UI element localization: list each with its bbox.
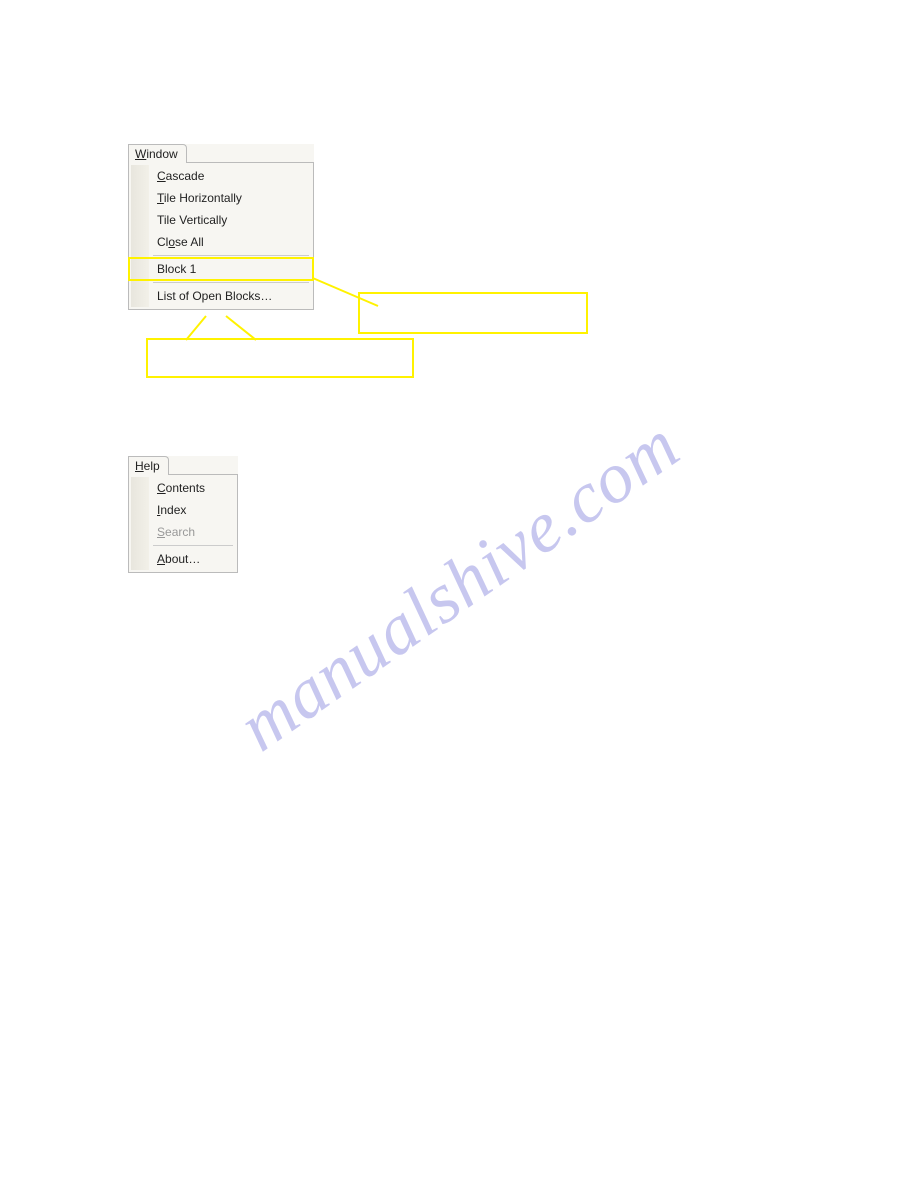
close-rest: se All: [175, 235, 204, 249]
help-menu-dropdown: Contents Index Search About…: [128, 474, 238, 573]
window-tab-rest: indow: [146, 147, 177, 161]
tileh-rest: ile Horizontally: [164, 191, 242, 205]
menu-item-list-open-blocks[interactable]: List of Open Blocks…: [129, 285, 313, 307]
menu-item-block-1[interactable]: Block 1: [129, 258, 313, 280]
listopen-text: List of Open Blocks…: [157, 289, 272, 303]
block1-text: Block 1: [157, 262, 196, 276]
menu-item-search: Search: [129, 521, 237, 543]
menu-item-cascade[interactable]: Cascade: [129, 165, 313, 187]
close-pre: Cl: [157, 235, 168, 249]
window-menu-tab[interactable]: Window: [128, 144, 187, 163]
index-rest: ndex: [160, 503, 186, 517]
tileh-ul: T: [157, 191, 164, 205]
callout-box-bottom: [146, 338, 414, 378]
window-menu: Window Cascade Tile Horizontally Tile Ve…: [128, 144, 314, 310]
menu-item-about[interactable]: About…: [129, 548, 237, 570]
cascade-rest: ascade: [166, 169, 205, 183]
menu-separator: [153, 282, 309, 283]
window-menu-dropdown: Cascade Tile Horizontally Tile Verticall…: [128, 162, 314, 310]
help-menu-tab[interactable]: Help: [128, 456, 169, 475]
menu-separator: [153, 545, 233, 546]
tilev-text: Tile Vertically: [157, 213, 227, 227]
watermark-text: manualshive.com: [223, 403, 694, 767]
search-ul: S: [157, 525, 165, 539]
search-rest: earch: [165, 525, 195, 539]
menu-item-close-all[interactable]: Close All: [129, 231, 313, 253]
menu-item-tile-horizontally[interactable]: Tile Horizontally: [129, 187, 313, 209]
help-tab-rest: elp: [144, 459, 160, 473]
about-ul: A: [157, 552, 165, 566]
menu-item-tile-vertically[interactable]: Tile Vertically: [129, 209, 313, 231]
callout-box-right: [358, 292, 588, 334]
cascade-ul: C: [157, 169, 166, 183]
menu-separator: [153, 255, 309, 256]
contents-ul: C: [157, 481, 166, 495]
window-tab-underline: W: [135, 147, 146, 161]
about-rest: bout…: [165, 552, 200, 566]
help-tab-underline: H: [135, 459, 144, 473]
help-menu: Help Contents Index Search About…: [128, 456, 238, 573]
menu-item-contents[interactable]: Contents: [129, 477, 237, 499]
contents-rest: ontents: [166, 481, 205, 495]
menu-item-index[interactable]: Index: [129, 499, 237, 521]
